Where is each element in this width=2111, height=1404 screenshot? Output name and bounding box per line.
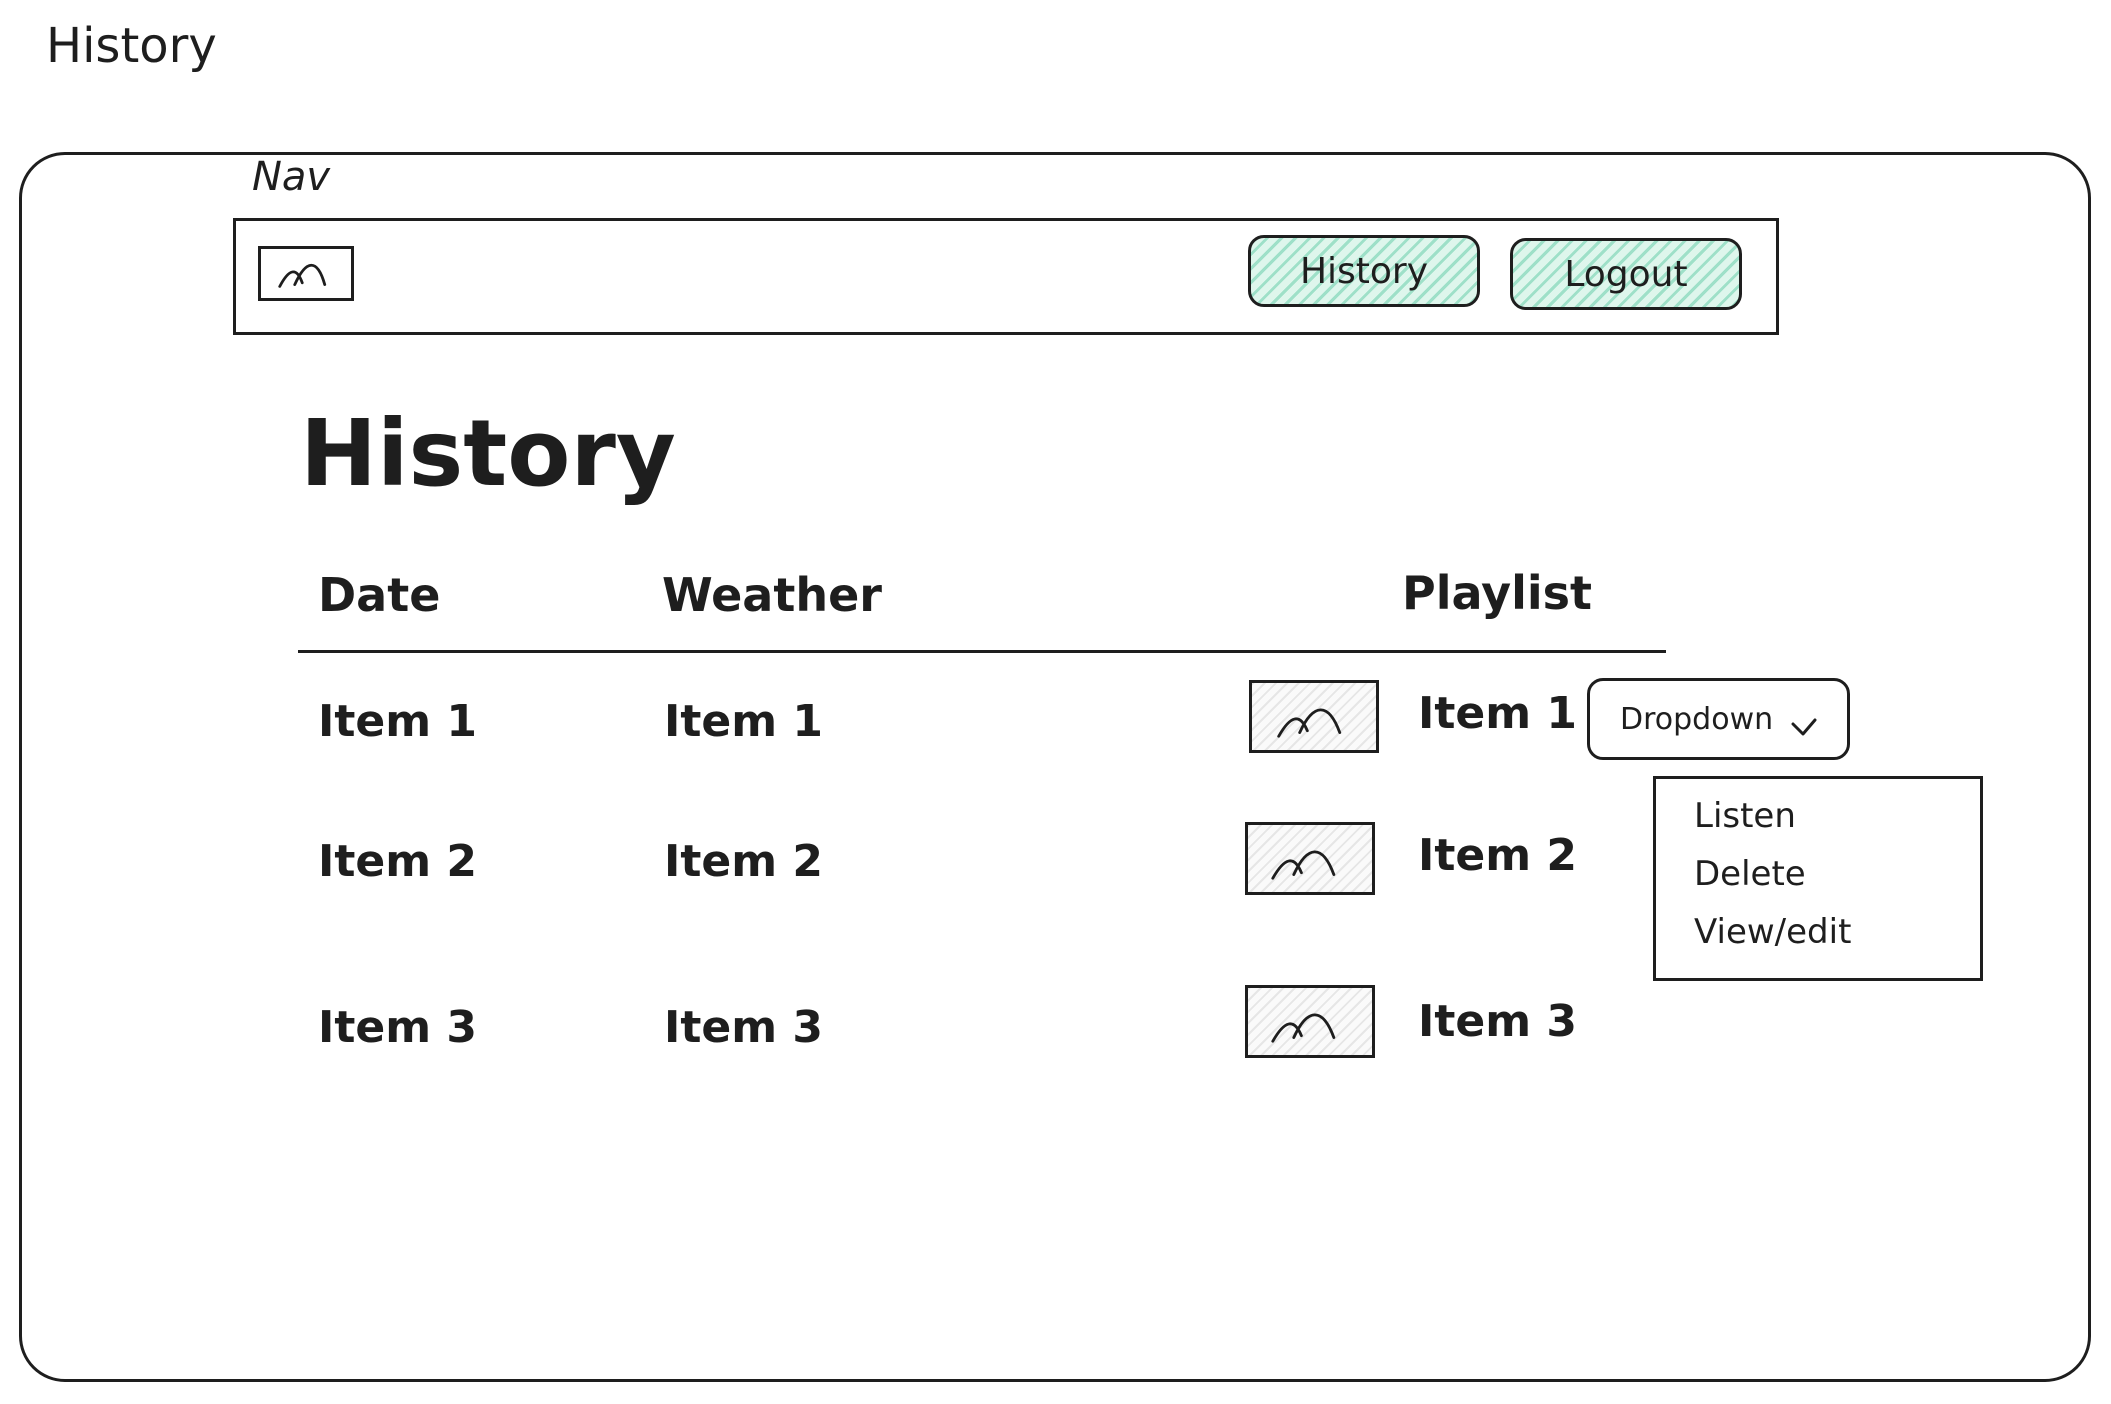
chevron-down-icon	[1791, 711, 1817, 736]
column-header-weather: Weather	[662, 568, 882, 622]
row-3-playlist: Item 3	[1418, 996, 1578, 1047]
column-header-playlist: Playlist	[1402, 566, 1592, 620]
menu-item-view-edit[interactable]: View/edit	[1694, 915, 1851, 949]
row-2-playlist: Item 2	[1418, 830, 1578, 881]
history-button[interactable]: History	[1248, 235, 1480, 307]
row-1-weather: Item 1	[664, 696, 824, 747]
browser-frame	[19, 152, 2091, 1382]
playlist-image-icon	[1245, 822, 1375, 895]
row-3-weather: Item 3	[664, 1002, 824, 1053]
dropdown-menu: Listen Delete View/edit	[1653, 776, 1983, 981]
logo-image-icon[interactable]	[258, 246, 354, 301]
playlist-image-icon	[1249, 680, 1379, 753]
row-2-date: Item 2	[318, 836, 478, 887]
nav-label: Nav	[252, 154, 331, 200]
actions-dropdown[interactable]: Dropdown	[1587, 678, 1850, 760]
logout-button[interactable]: Logout	[1510, 238, 1742, 310]
column-header-date: Date	[318, 568, 441, 622]
menu-item-delete[interactable]: Delete	[1694, 857, 1806, 891]
menu-item-listen[interactable]: Listen	[1694, 799, 1796, 833]
row-3-date: Item 3	[318, 1002, 478, 1053]
sketch-title: History	[46, 18, 217, 74]
dropdown-label: Dropdown	[1620, 701, 1774, 737]
header-divider	[298, 650, 1666, 653]
row-2-weather: Item 2	[664, 836, 824, 887]
playlist-image-icon	[1245, 985, 1375, 1058]
row-1-playlist: Item 1	[1418, 688, 1578, 739]
row-1-date: Item 1	[318, 696, 478, 747]
page-title: History	[300, 400, 676, 507]
